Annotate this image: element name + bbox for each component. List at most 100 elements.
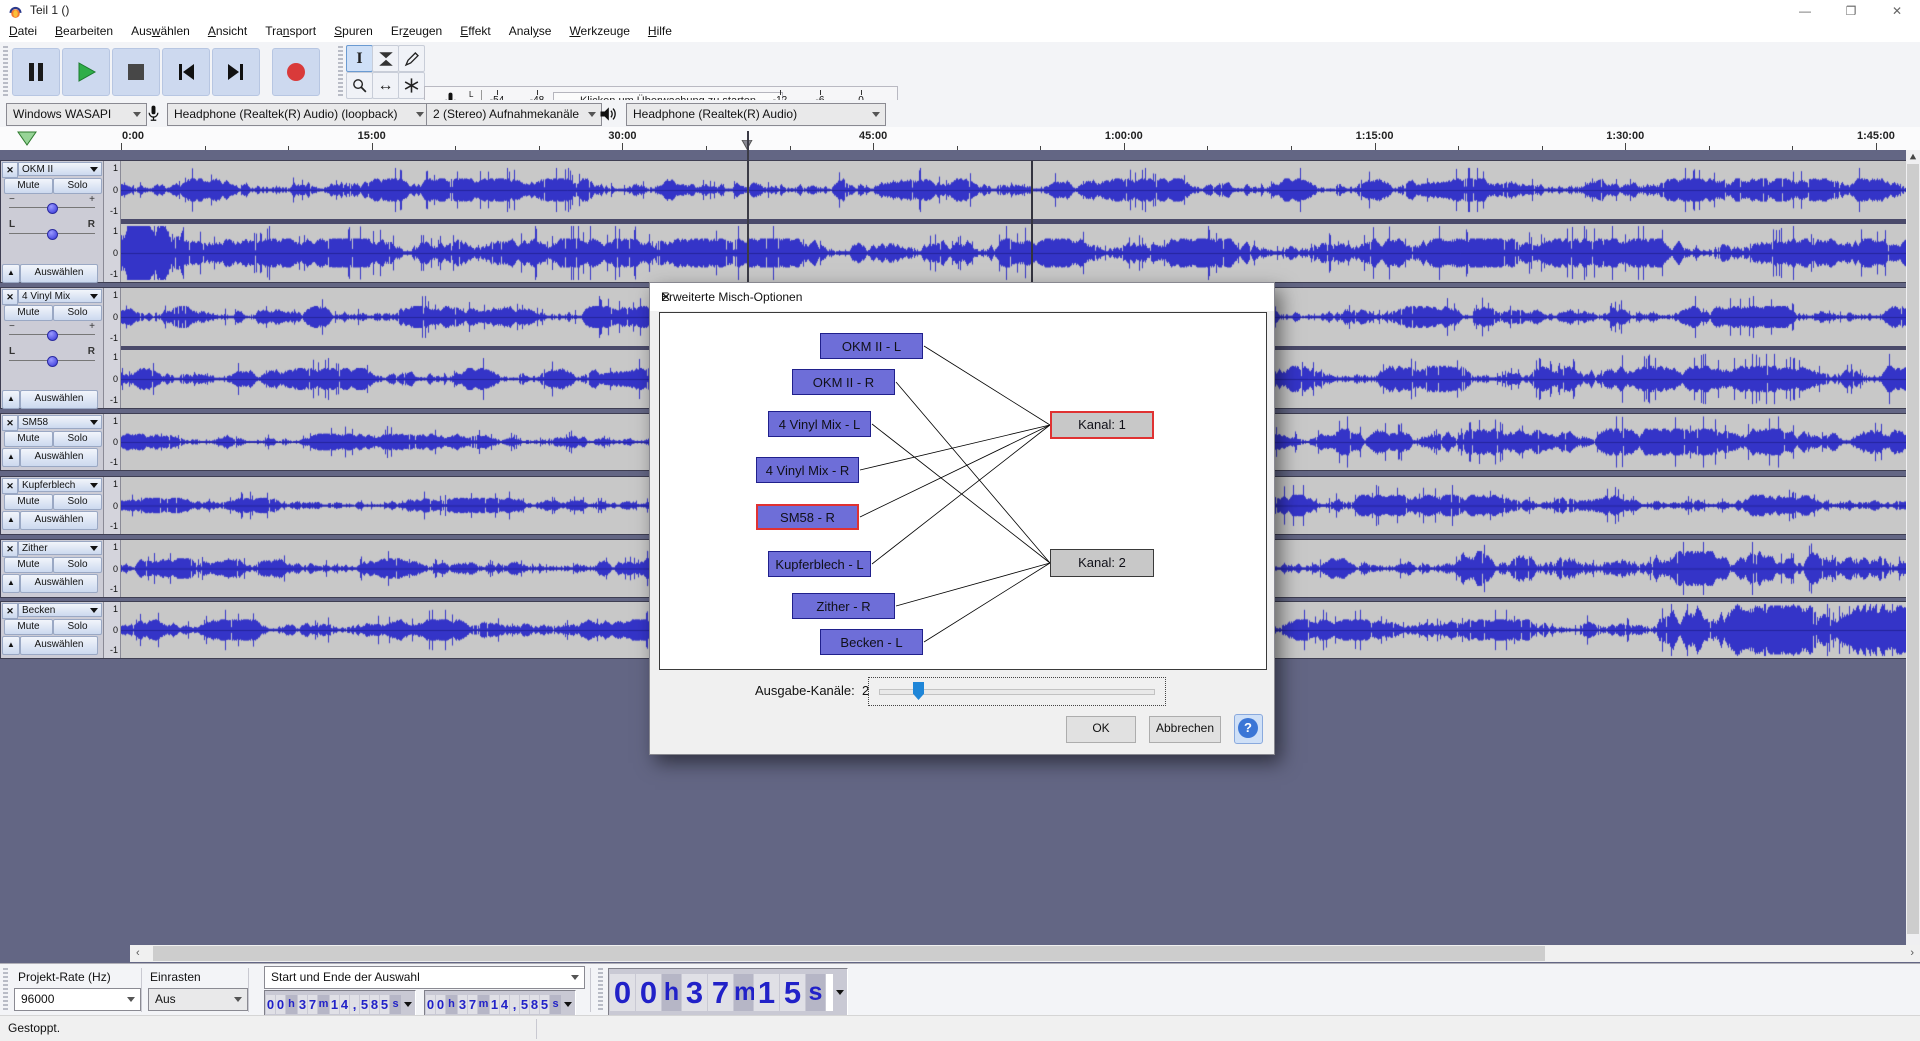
track-close-button[interactable]: ✕ [2,415,18,431]
clip-boundary-line[interactable] [1031,161,1033,282]
collapse-button[interactable]: ▲ [2,511,20,530]
select-button[interactable]: Auswählen [20,574,98,593]
dialog-close-button[interactable]: ✕ [661,290,1264,304]
time-digit[interactable]: 3 [458,995,467,1014]
recording-channels-select[interactable]: 2 (Stereo) Aufnahmekanäle [426,103,602,126]
time-digit[interactable]: 4 [500,995,509,1014]
solo-button[interactable]: Solo [53,494,102,510]
time-digit[interactable]: , [510,995,519,1014]
track-name-menu[interactable]: OKM II [18,162,102,176]
select-button[interactable]: Auswählen [20,511,98,530]
gain-slider[interactable]: −+ [9,201,95,215]
menu-hilfe[interactable]: Hilfe [639,22,681,42]
playback-device-select[interactable]: Headphone (Realtek(R) Audio) [626,103,886,126]
menu-erzeugen[interactable]: Erzeugen [382,22,451,42]
mute-button[interactable]: Mute [4,305,53,321]
dialog-track-node[interactable]: Zither - R [792,593,895,619]
pin-playhead-button[interactable] [16,131,38,147]
maximize-button[interactable]: ❐ [1828,0,1874,22]
vertical-scroll-thumb[interactable] [1907,164,1919,934]
time-digit[interactable]: 5 [360,995,369,1014]
snap-select[interactable]: Aus [148,988,248,1011]
dialog-track-node[interactable]: OKM II - R [792,369,895,395]
collapse-button[interactable]: ▲ [2,264,20,283]
time-digit[interactable]: 5 [780,974,805,1011]
dialog-track-node[interactable]: SM58 - R [756,504,859,530]
transport-grip[interactable] [3,46,8,96]
dialog-track-node[interactable]: 4 Vinyl Mix - L [768,411,871,437]
gain-thumb[interactable] [47,330,58,341]
chevron-down-icon[interactable] [404,1002,412,1007]
time-digit[interactable]: 7 [308,995,317,1014]
waveform-channel[interactable] [121,161,1907,219]
mute-button[interactable]: Mute [4,619,53,635]
tools-grip[interactable] [338,46,343,96]
pan-thumb[interactable] [47,229,58,240]
menu-datei[interactable]: Datei [0,22,46,42]
timeline-ruler[interactable]: 0:0015:0030:0045:001:00:001:15:001:30:00… [0,127,1920,151]
gain-thumb[interactable] [47,203,58,214]
menu-auswhlen[interactable]: Auswählen [122,22,199,42]
dialog-channel-node[interactable]: Kanal: 2 [1050,549,1154,577]
time-digit[interactable]: 8 [530,995,539,1014]
project-rate-select[interactable]: 96000 [14,988,141,1011]
track-close-button[interactable]: ✕ [2,541,18,557]
time-digit[interactable]: 0 [636,974,661,1011]
cancel-button[interactable]: Abbrechen [1149,716,1221,743]
time-digit[interactable]: 5 [380,995,389,1014]
skip-to-end-button[interactable] [212,48,260,96]
chevron-down-icon[interactable] [564,1002,572,1007]
selection-end-field[interactable]: 00h37m14,585s [424,990,576,1018]
menu-analyse[interactable]: Analyse [500,22,561,42]
envelope-tool-button[interactable] [372,45,399,72]
menu-effekt[interactable]: Effekt [451,22,499,42]
solo-button[interactable]: Solo [53,305,102,321]
solo-button[interactable]: Solo [53,557,102,573]
track-okmii[interactable]: ✕OKM IIMuteSolo−+LR▲Auswählen10-110-1 [0,160,1906,283]
scroll-left-icon[interactable]: ‹ [136,947,140,959]
pan-thumb[interactable] [47,356,58,367]
dialog-channel-node[interactable]: Kanal: 1 [1050,411,1154,439]
time-digit[interactable]: 0 [436,995,445,1014]
record-button[interactable] [272,48,320,96]
mixing-diagram-panel[interactable]: OKM II - LOKM II - R4 Vinyl Mix - L4 Vin… [659,312,1267,670]
stop-button[interactable] [112,48,160,96]
audio-host-select[interactable]: Windows WASAPI [6,103,147,126]
solo-button[interactable]: Solo [53,178,102,194]
menu-bearbeiten[interactable]: Bearbeiten [46,22,122,42]
collapse-button[interactable]: ▲ [2,636,20,655]
select-button[interactable]: Auswählen [20,448,98,467]
select-button[interactable]: Auswählen [20,264,98,283]
time-digit[interactable]: 5 [520,995,529,1014]
menu-spuren[interactable]: Spuren [325,22,382,42]
draw-tool-button[interactable] [398,45,425,72]
minimize-button[interactable]: — [1782,0,1828,22]
time-digit[interactable]: 1 [490,995,499,1014]
time-digit[interactable]: 7 [468,995,477,1014]
close-button[interactable]: ✕ [1874,0,1920,22]
waveform-channel[interactable] [121,224,1907,282]
menu-werkzeuge[interactable]: Werkzeuge [560,22,638,42]
select-button[interactable]: Auswählen [20,390,98,409]
dialog-track-node[interactable]: Kupferblech - L [768,551,871,577]
dialog-track-node[interactable]: OKM II - L [820,333,923,359]
mute-button[interactable]: Mute [4,431,53,447]
track-close-button[interactable]: ✕ [2,478,18,494]
zoom-tool-button[interactable] [346,72,373,99]
mute-button[interactable]: Mute [4,557,53,573]
horizontal-scroll-thumb[interactable] [153,946,1545,961]
skip-to-start-button[interactable] [162,48,210,96]
time-digit[interactable]: 0 [266,995,275,1014]
track-name-menu[interactable]: Kupferblech [18,478,102,492]
pause-button[interactable] [12,48,60,96]
dialog-track-node[interactable]: Becken - L [820,629,923,655]
horizontal-scrollbar[interactable]: ‹ › [130,945,1920,962]
ok-button[interactable]: OK [1066,716,1136,743]
track-name-menu[interactable]: SM58 [18,415,102,429]
menu-ansicht[interactable]: Ansicht [199,22,256,42]
timeshift-tool-button[interactable]: ↔ [372,72,399,99]
time-digit[interactable]: 5 [540,995,549,1014]
selection-start-field[interactable]: 00h37m14,585s [264,990,416,1018]
chevron-down-icon[interactable] [836,990,844,995]
time-digit[interactable]: , [350,995,359,1014]
